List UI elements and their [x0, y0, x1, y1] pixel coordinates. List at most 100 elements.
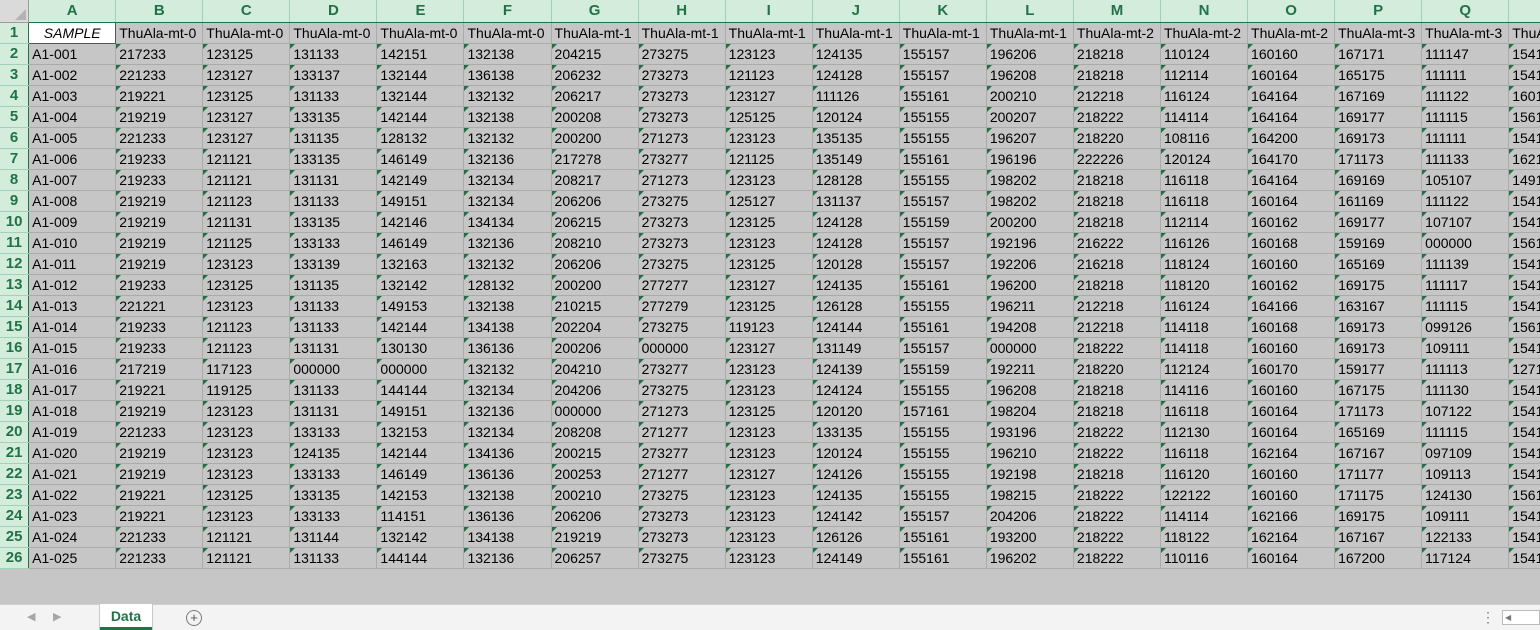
cell-value[interactable]: 155157	[899, 43, 987, 65]
column-header-o[interactable]: O	[1247, 0, 1336, 23]
cell-sample-id[interactable]: A1-007	[28, 169, 117, 191]
cell-sample-id[interactable]: A1-011	[28, 253, 117, 275]
cell-value[interactable]: 131149	[812, 337, 900, 359]
cell-value[interactable]: 154154	[1508, 211, 1540, 233]
cell-value[interactable]: 123127	[202, 106, 291, 128]
cell-value[interactable]: 142146	[376, 211, 465, 233]
cell-value[interactable]: 200200	[551, 274, 639, 296]
cell-sample-id[interactable]: A1-019	[28, 421, 117, 443]
cell-value[interactable]: 154156	[1508, 253, 1540, 275]
cell-value[interactable]: 154154	[1508, 400, 1540, 422]
cell-value[interactable]: 132132	[463, 127, 552, 149]
cell-value[interactable]: 146149	[376, 232, 465, 254]
cell-value[interactable]: 131133	[289, 379, 378, 401]
cell-value[interactable]: 123125	[202, 484, 291, 506]
cell-value[interactable]: 114116	[1160, 379, 1249, 401]
cell-value[interactable]: 217219	[115, 358, 204, 380]
cell-value[interactable]: 121123	[202, 316, 291, 338]
cell-value[interactable]: 273273	[638, 64, 726, 86]
cell-value[interactable]: 154164	[1508, 421, 1540, 443]
cell-column-name[interactable]: ThuAla-mt-2	[1160, 22, 1249, 44]
cell-value[interactable]: 221233	[115, 421, 204, 443]
cell-value[interactable]: 131131	[289, 400, 378, 422]
cell-sample-header[interactable]: SAMPLE	[28, 21, 117, 44]
cell-value[interactable]: 206206	[551, 190, 639, 212]
cell-value[interactable]: 196196	[986, 148, 1074, 170]
cell-value[interactable]: 132134	[463, 169, 552, 191]
row-header[interactable]: 19	[0, 400, 30, 422]
cell-value[interactable]: 169177	[1334, 106, 1423, 128]
cell-column-name[interactable]: ThuAla-mt-3	[1334, 22, 1423, 44]
cell-value[interactable]: 196210	[986, 442, 1074, 464]
cell-value[interactable]: 114118	[1160, 337, 1249, 359]
cell-value[interactable]: 198202	[986, 190, 1074, 212]
cell-sample-id[interactable]: A1-024	[28, 526, 117, 548]
cell-value[interactable]: 273275	[638, 379, 726, 401]
cell-value[interactable]: 133135	[289, 211, 378, 233]
cell-value[interactable]: 134138	[463, 316, 552, 338]
cell-value[interactable]: 119125	[202, 379, 291, 401]
cell-value[interactable]: 114114	[1160, 106, 1249, 128]
column-header-c[interactable]: C	[202, 0, 291, 23]
cell-value[interactable]: 126126	[812, 526, 900, 548]
cell-value[interactable]: 218218	[1073, 379, 1161, 401]
cell-value[interactable]: 123125	[725, 295, 813, 317]
cell-value[interactable]: 111130	[1421, 379, 1510, 401]
cell-value[interactable]: 171175	[1334, 484, 1423, 506]
column-header-b[interactable]: B	[115, 0, 204, 23]
cell-value[interactable]: 132142	[376, 526, 465, 548]
cell-value[interactable]: 123123	[725, 232, 813, 254]
cell-value[interactable]: 155161	[899, 274, 987, 296]
cell-column-name[interactable]: ThuAla-mt-3	[1421, 22, 1510, 44]
cell-value[interactable]: 218218	[1073, 43, 1161, 65]
cell-value[interactable]: 111139	[1421, 253, 1510, 275]
cell-value[interactable]: 156160	[1508, 484, 1540, 506]
cell-value[interactable]: 160164	[1247, 400, 1336, 422]
cell-value[interactable]: 196207	[986, 127, 1074, 149]
cell-column-name[interactable]: ThuAla-mt-1	[638, 22, 726, 44]
cell-value[interactable]: 131135	[289, 127, 378, 149]
cell-value[interactable]: 171173	[1334, 148, 1423, 170]
cell-value[interactable]: 155155	[899, 421, 987, 443]
cell-value[interactable]: 133139	[289, 253, 378, 275]
cell-value[interactable]: 160162	[1247, 211, 1336, 233]
cell-value[interactable]: 111115	[1421, 295, 1510, 317]
cell-value[interactable]: 117123	[202, 358, 291, 380]
cell-value[interactable]: 116126	[1160, 232, 1249, 254]
cell-value[interactable]: 219219	[115, 211, 204, 233]
cell-value[interactable]: 124135	[812, 43, 900, 65]
cell-sample-id[interactable]: A1-005	[28, 127, 117, 149]
cell-value[interactable]: 200253	[551, 463, 639, 485]
cell-value[interactable]: 162166	[1247, 505, 1336, 527]
cell-value[interactable]: 105107	[1421, 169, 1510, 191]
cell-value[interactable]: 217233	[115, 43, 204, 65]
cell-value[interactable]: 136138	[463, 64, 552, 86]
cell-value[interactable]: 218222	[1073, 526, 1161, 548]
cell-value[interactable]: 123127	[725, 337, 813, 359]
cell-value[interactable]: 123123	[725, 379, 813, 401]
cell-value[interactable]: 123123	[725, 484, 813, 506]
cell-value[interactable]: 111111	[1421, 64, 1510, 86]
cell-sample-id[interactable]: A1-021	[28, 463, 117, 485]
cell-value[interactable]: 132138	[463, 43, 552, 65]
row-header[interactable]: 14	[0, 295, 30, 317]
cell-value[interactable]: 219233	[115, 169, 204, 191]
cell-value[interactable]: 114151	[376, 505, 465, 527]
cell-value[interactable]: 112130	[1160, 421, 1249, 443]
cell-value[interactable]: 124142	[812, 505, 900, 527]
cell-value[interactable]: 121125	[202, 232, 291, 254]
triangle-left-icon[interactable]: ◀	[1505, 613, 1511, 622]
cell-value[interactable]: 196200	[986, 274, 1074, 296]
cell-value[interactable]: 131133	[289, 43, 378, 65]
cell-sample-id[interactable]: A1-004	[28, 106, 117, 128]
cell-value[interactable]: 135135	[812, 127, 900, 149]
row-header[interactable]: 8	[0, 169, 30, 191]
cell-value[interactable]: 120124	[812, 442, 900, 464]
cell-value[interactable]: 111115	[1421, 106, 1510, 128]
cell-value[interactable]: 160160	[1247, 43, 1336, 65]
row-header[interactable]: 22	[0, 463, 30, 485]
row-header[interactable]: 3	[0, 64, 30, 86]
cell-value[interactable]: 164166	[1247, 295, 1336, 317]
cell-value[interactable]: 121123	[202, 190, 291, 212]
cell-value[interactable]: 132153	[376, 421, 465, 443]
